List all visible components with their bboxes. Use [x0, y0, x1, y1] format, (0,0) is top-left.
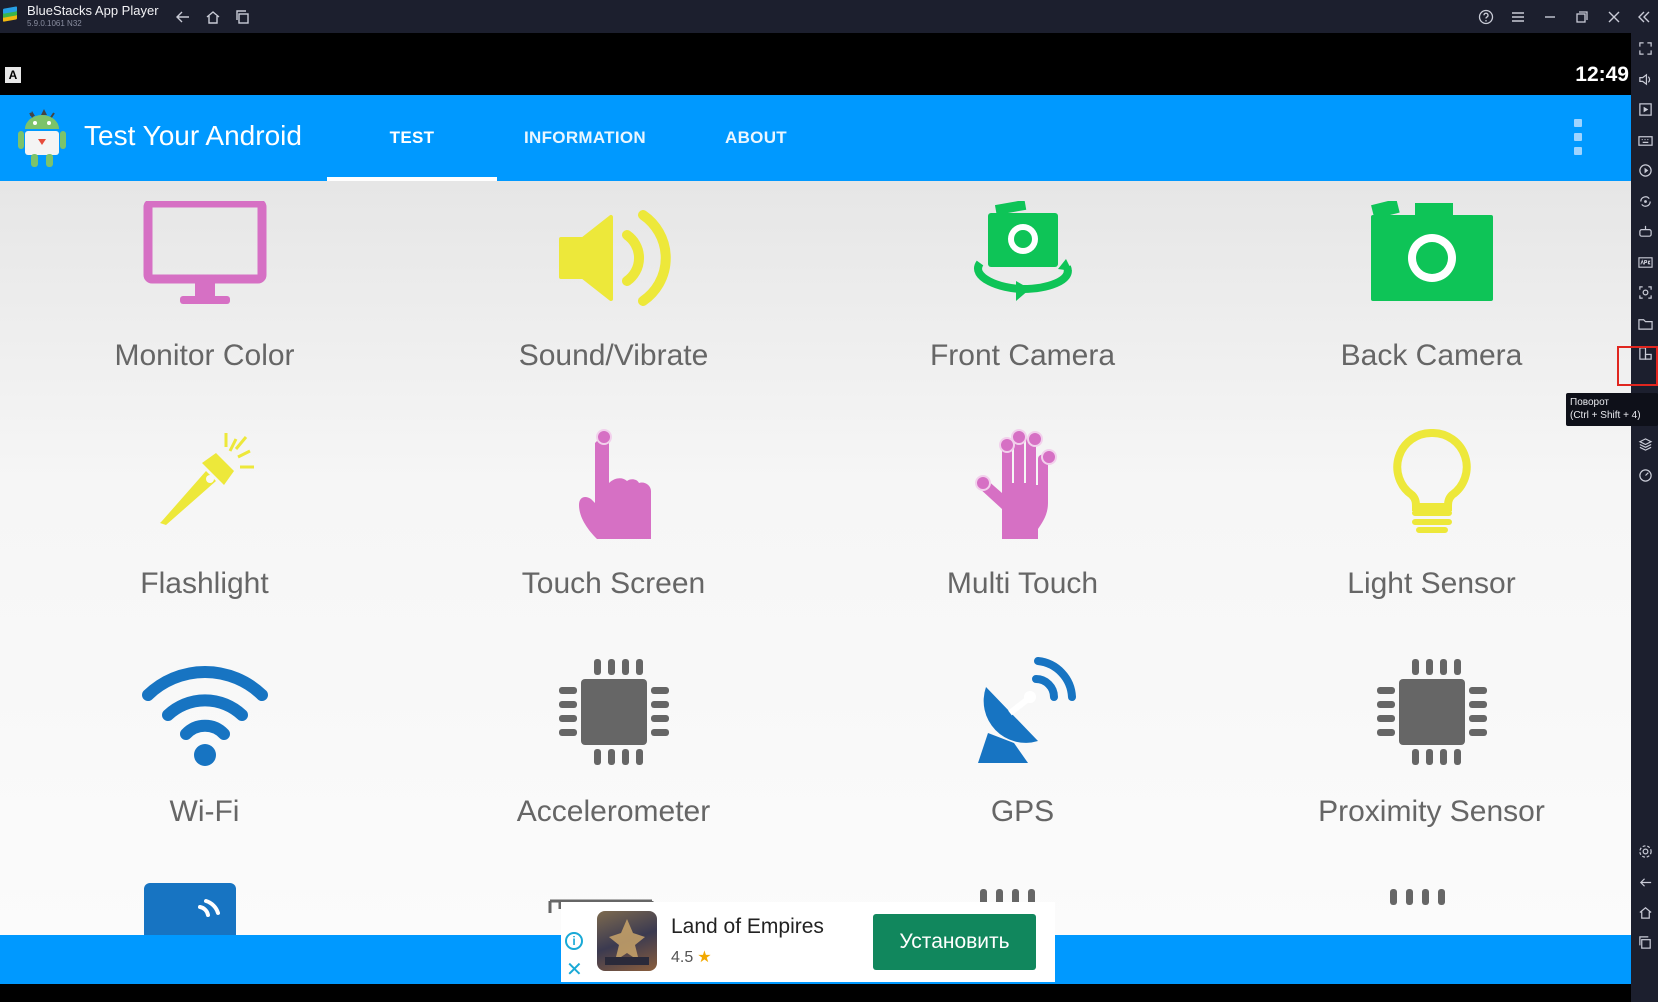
performance-icon[interactable] — [1635, 465, 1655, 485]
overflow-menu-icon[interactable] — [1572, 119, 1584, 155]
tile-back-camera[interactable]: Back Camera — [1227, 181, 1631, 409]
right-toolbar — [1631, 33, 1658, 1002]
apk-install-icon[interactable] — [1635, 252, 1655, 272]
lightbulb-icon — [1392, 429, 1471, 533]
tile-label: GPS — [990, 795, 1055, 828]
android-recents-icon[interactable] — [1635, 932, 1655, 952]
layers-icon[interactable] — [1635, 434, 1655, 454]
volume-icon[interactable] — [1635, 69, 1655, 89]
tooltip-title: Поворот — [1570, 397, 1609, 408]
title-bar: BlueStacks App Player 5.9.0.1061 N32 — [0, 0, 1658, 33]
app-bar: Test Your Android TEST INFORMATION ABOUT — [0, 95, 1631, 181]
ad-app-artwork — [605, 919, 649, 965]
recent-apps-icon[interactable] — [232, 6, 254, 28]
finger-icon — [578, 429, 651, 539]
tile-proximity-sensor[interactable]: Proximity Sensor — [1227, 637, 1631, 865]
ad-rating: 4.5 ★ — [671, 947, 712, 967]
camera-rotate-icon — [973, 201, 1072, 301]
game-controls-icon[interactable] — [1635, 221, 1655, 241]
tile-label: Wi-Fi — [169, 795, 240, 828]
tile-touch-screen[interactable]: Touch Screen — [409, 409, 818, 637]
macro-icon[interactable] — [1635, 160, 1655, 180]
ad-app-thumbnail[interactable] — [597, 911, 657, 971]
android-robot-icon — [18, 109, 66, 167]
restore-icon[interactable] — [1571, 6, 1593, 28]
ad-app-name[interactable]: Land of Empires — [671, 915, 824, 939]
tile-label: Front Camera — [929, 339, 1116, 372]
wifi-icon — [141, 666, 268, 766]
monitor-icon — [143, 201, 266, 304]
tile-accelerometer[interactable]: Accelerometer — [409, 637, 818, 865]
status-bar: A 12:49 — [0, 33, 1631, 95]
minimize-icon[interactable] — [1539, 6, 1561, 28]
window-title: BlueStacks App Player — [27, 3, 159, 18]
fullscreen-icon[interactable] — [1635, 38, 1655, 58]
bluestacks-logo-icon — [3, 6, 17, 22]
keyboard-icon[interactable] — [1635, 130, 1655, 150]
tile-front-camera[interactable]: Front Camera — [818, 181, 1227, 409]
folder-icon[interactable] — [1635, 313, 1655, 333]
android-screen: A 12:49 Test Your Android TEST INFORMATI… — [0, 33, 1631, 1002]
android-back-icon[interactable] — [1635, 872, 1655, 892]
star-icon: ★ — [697, 949, 712, 966]
collapse-sidebar-icon[interactable] — [1633, 6, 1655, 28]
install-button[interactable]: Установить — [873, 914, 1036, 970]
screenshot-icon[interactable] — [1635, 282, 1655, 302]
ad-banner[interactable]: i ✕ Land of Empires 4.5 ★ Установить — [561, 902, 1055, 982]
tile-multi-touch[interactable]: Multi Touch — [818, 409, 1227, 637]
tile-label: Multi Touch — [946, 567, 1099, 600]
ad-info-icon[interactable]: i — [565, 932, 583, 950]
tab-test[interactable]: TEST — [327, 95, 497, 181]
satellite-dish-icon — [977, 657, 1076, 763]
bottom-bezel — [0, 984, 1631, 1002]
tile-wifi[interactable]: Wi-Fi — [0, 637, 409, 865]
tile-label: Sound/Vibrate — [518, 339, 709, 372]
rotate-button-highlight — [1617, 346, 1658, 386]
chip-icon — [1390, 889, 1445, 905]
android-home-icon[interactable] — [1635, 902, 1655, 922]
pointer-icon[interactable] — [1635, 99, 1655, 119]
speaker-icon — [558, 210, 671, 306]
rotate-tooltip: Поворот (Ctrl + Shift + 4) — [1566, 393, 1658, 426]
tile-monitor-color[interactable]: Monitor Color — [0, 181, 409, 409]
back-icon[interactable] — [172, 6, 194, 28]
home-icon[interactable] — [202, 6, 224, 28]
status-clock: 12:49 — [1575, 63, 1629, 86]
close-icon[interactable] — [1603, 6, 1625, 28]
tile-label: Proximity Sensor — [1318, 795, 1545, 828]
window-version: 5.9.0.1061 N32 — [27, 19, 82, 28]
ad-rating-value: 4.5 — [671, 949, 694, 966]
tab-information[interactable]: INFORMATION — [500, 95, 670, 181]
flashlight-icon — [159, 433, 254, 525]
tab-about[interactable]: ABOUT — [671, 95, 841, 181]
chip-icon — [558, 659, 669, 765]
tile-label: Monitor Color — [114, 339, 295, 372]
sync-icon[interactable] — [1635, 191, 1655, 211]
tile-label: Touch Screen — [521, 567, 706, 600]
tile-gps[interactable]: GPS — [818, 637, 1227, 865]
tile-label: Accelerometer — [516, 795, 711, 828]
menu-icon[interactable] — [1507, 6, 1529, 28]
tile-label: Light Sensor — [1347, 567, 1516, 600]
notification-badge: A — [5, 67, 21, 83]
tile-label: Back Camera — [1340, 339, 1523, 372]
test-grid: Monitor Color Sound/Vibrate Front Camera… — [0, 181, 1631, 935]
tile-flashlight[interactable]: Flashlight — [0, 409, 409, 637]
tile-label: Flashlight — [140, 567, 269, 600]
ad-close-icon[interactable]: ✕ — [566, 957, 583, 982]
nfc-icon — [144, 883, 236, 935]
tooltip-shortcut: (Ctrl + Shift + 4) — [1570, 410, 1641, 421]
tile-sound-vibrate[interactable]: Sound/Vibrate — [409, 181, 818, 409]
tile-light-sensor[interactable]: Light Sensor — [1227, 409, 1631, 637]
help-icon[interactable] — [1475, 6, 1497, 28]
camera-icon — [1370, 201, 1493, 301]
app-title: Test Your Android — [84, 120, 302, 151]
bluestacks-window: BlueStacks App Player 5.9.0.1061 N32 A 1… — [0, 0, 1658, 1002]
chip-icon — [1376, 659, 1487, 765]
settings-icon[interactable] — [1635, 841, 1655, 861]
hand-icon — [974, 429, 1057, 539]
